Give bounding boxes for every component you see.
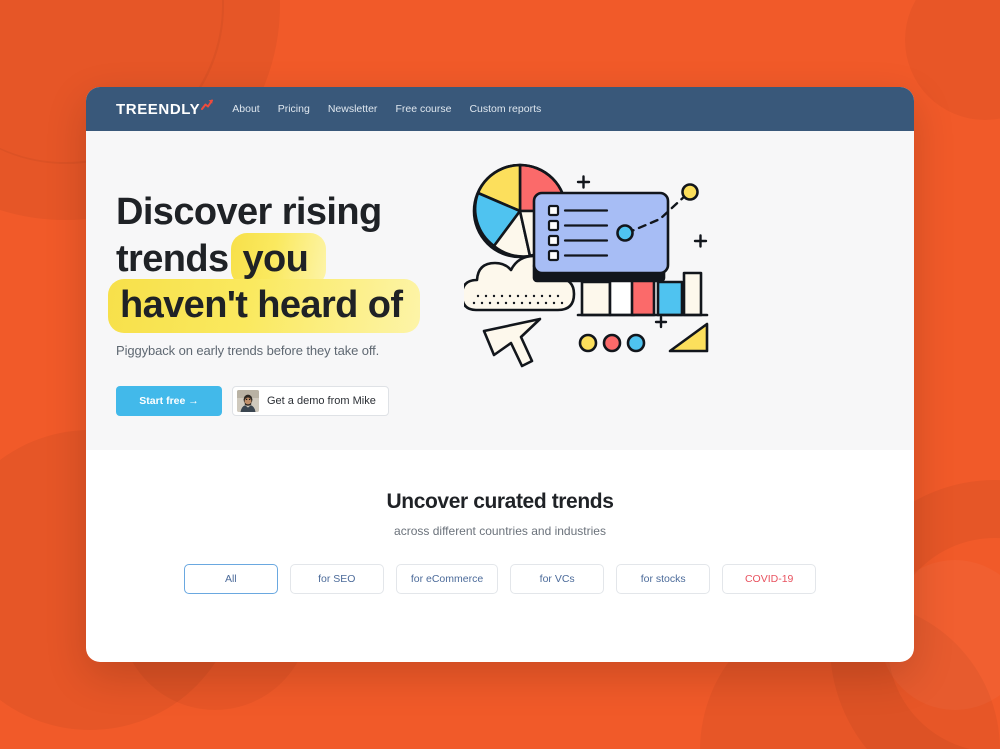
- hero-content: Discover rising trends you haven't heard…: [86, 131, 486, 450]
- analytics-dashboard-illustration: [460, 145, 724, 380]
- get-demo-label: Get a demo from Mike: [267, 395, 376, 408]
- trend-arrow-up-icon: [201, 98, 214, 115]
- hero-cta-row: Start free → Get a demo from Mike: [116, 386, 486, 417]
- headline-highlight-you: you: [230, 232, 327, 287]
- nav-link-pricing[interactable]: Pricing: [278, 103, 310, 115]
- hero-subtitle: Piggyback on early trends before they ta…: [116, 343, 380, 359]
- website-preview-card: TREENDLY About Pricing Newsletter Free c…: [86, 87, 914, 662]
- filter-pill-seo[interactable]: for SEO: [289, 564, 384, 594]
- page-backdrop: TREENDLY About Pricing Newsletter Free c…: [0, 0, 1000, 749]
- backdrop-swirl-8: [905, 0, 1000, 120]
- start-free-button[interactable]: Start free →: [116, 386, 222, 417]
- filter-pill-vcs[interactable]: for VCs: [510, 564, 605, 594]
- navbar: TREENDLY About Pricing Newsletter Free c…: [86, 87, 914, 131]
- brand-logo[interactable]: TREENDLY: [116, 98, 214, 118]
- filter-pill-all[interactable]: All: [183, 564, 278, 594]
- filter-pill-stocks[interactable]: for stocks: [616, 564, 711, 594]
- headline-text-2: trends: [116, 237, 229, 280]
- section-title: Uncover curated trends: [386, 490, 614, 513]
- nav-link-about[interactable]: About: [232, 103, 259, 115]
- filter-pill-ecommerce[interactable]: for eCommerce: [395, 564, 499, 594]
- headline-highlight-havent-heard-of: haven't heard of: [107, 279, 421, 333]
- get-demo-button[interactable]: Get a demo from Mike: [232, 386, 389, 417]
- section-subtitle: across different countries and industrie…: [394, 524, 606, 538]
- headline-text-1: Discover rising: [116, 191, 382, 233]
- hero-section: Discover rising trends you haven't heard…: [86, 131, 914, 450]
- hero-headline: Discover rising trends you haven't heard…: [107, 189, 486, 333]
- hero-illustration-area: [460, 131, 914, 450]
- nav-links: About Pricing Newsletter Free course Cus…: [232, 103, 541, 115]
- nav-link-custom-reports[interactable]: Custom reports: [469, 103, 541, 115]
- headline-line-2: trends you: [116, 232, 486, 287]
- curated-trends-section: Uncover curated trends across different …: [86, 450, 914, 594]
- filter-pill-covid19[interactable]: COVID-19: [722, 564, 817, 594]
- nav-link-free-course[interactable]: Free course: [395, 103, 451, 115]
- headline-line-1: Discover rising: [116, 189, 486, 236]
- brand-logo-text: TREENDLY: [116, 100, 201, 118]
- headline-line-3: haven't heard of: [107, 279, 486, 333]
- mike-avatar: [237, 390, 259, 413]
- nav-link-newsletter[interactable]: Newsletter: [328, 103, 378, 115]
- filter-pill-row: All for SEO for eCommerce for VCs for st…: [86, 564, 914, 594]
